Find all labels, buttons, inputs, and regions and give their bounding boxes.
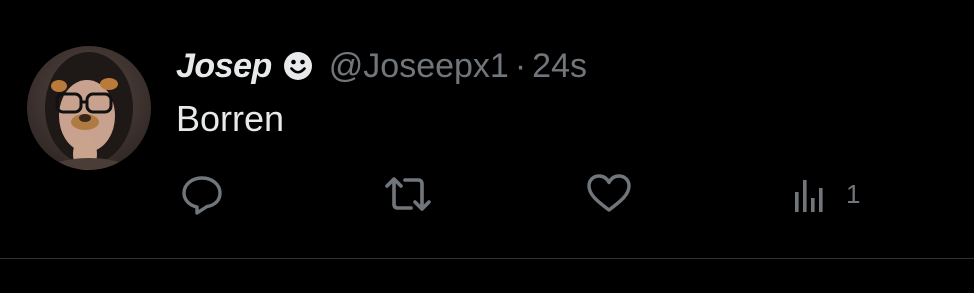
tweet-header: Josep @Joseepx1 · 24s <box>176 44 587 88</box>
reply-icon <box>178 170 226 218</box>
views-icon <box>790 170 832 218</box>
tweet[interactable]: Josep @Joseepx1 · 24s Borren 1 <box>0 0 974 258</box>
retweet-button[interactable] <box>381 168 449 220</box>
timestamp[interactable]: 24s <box>532 47 587 86</box>
action-bar: 1 <box>176 168 896 220</box>
views-button[interactable]: 1 <box>790 168 860 220</box>
views-count: 1 <box>846 178 861 209</box>
separator-dot: · <box>514 46 527 85</box>
smiley-icon <box>283 51 313 81</box>
user-handle[interactable]: @Joseepx1 <box>329 47 509 86</box>
display-name[interactable]: Josep <box>176 47 272 86</box>
heart-icon <box>584 170 634 218</box>
retweet-icon <box>381 170 435 218</box>
avatar[interactable] <box>27 46 151 170</box>
divider <box>0 258 974 259</box>
like-button[interactable] <box>584 168 648 220</box>
tweet-text: Borren <box>176 98 285 139</box>
reply-button[interactable] <box>178 168 240 220</box>
